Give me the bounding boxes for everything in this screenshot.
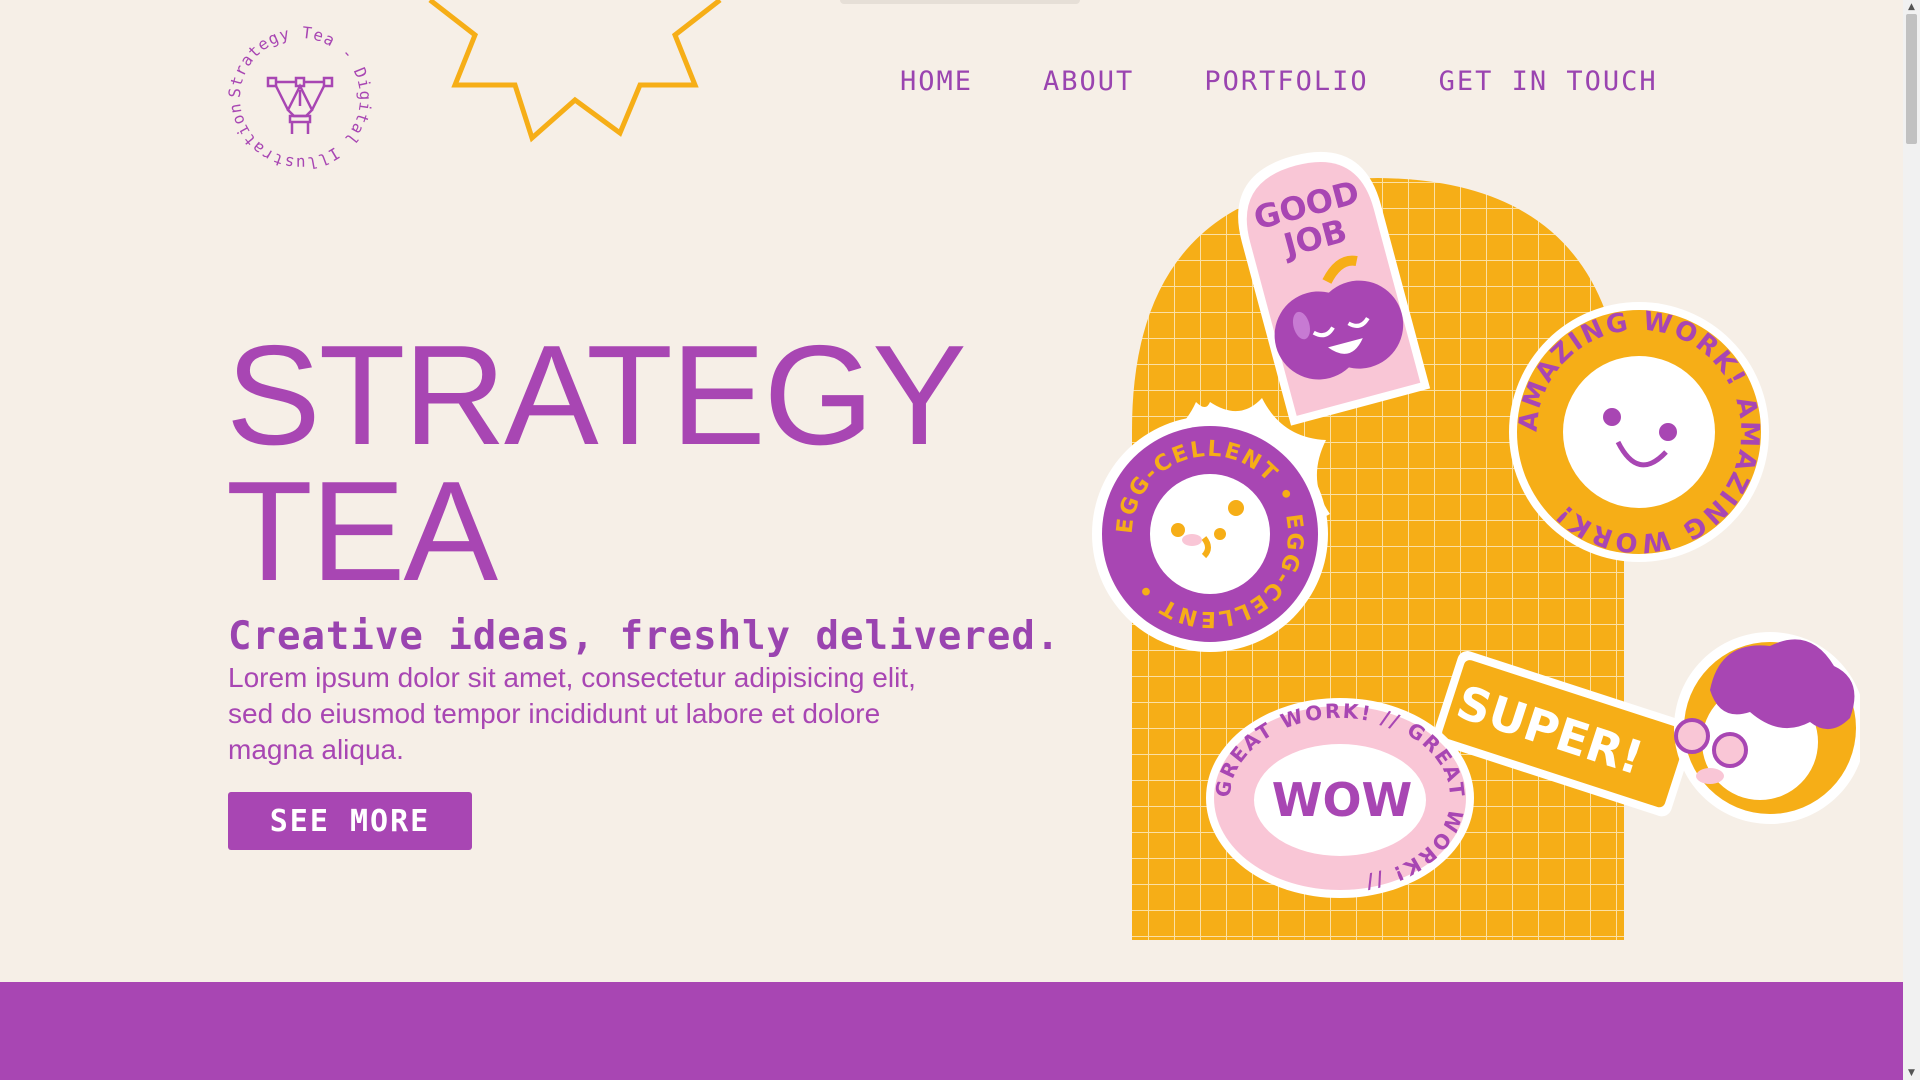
sun-outline-decoration bbox=[428, 0, 722, 143]
logo-ring-text: Strategy Tea - Digital Illustrations - bbox=[222, 20, 374, 173]
scrollbar-thumb[interactable] bbox=[1906, 14, 1917, 144]
cool-face-icon bbox=[1674, 632, 1860, 824]
egg-cellent-sticker: EGG-CELLENT • EGG-CELLENT • bbox=[1092, 398, 1330, 652]
see-more-button[interactable]: SEE MORE bbox=[228, 792, 472, 850]
wow-text: WOW bbox=[1272, 773, 1413, 827]
vertical-scrollbar[interactable] bbox=[1903, 0, 1920, 1080]
pen-tool-icon bbox=[266, 76, 334, 134]
top-divider bbox=[840, 0, 1080, 4]
nav-get-in-touch[interactable]: GET IN TOUCH bbox=[1439, 66, 1658, 97]
sticker-illustration: GOOD JOB AMAZING WORK! AMAZING WORK! EGG… bbox=[1092, 151, 1860, 940]
main-nav: HOME ABOUT PORTFOLIO GET IN TOUCH bbox=[900, 66, 1658, 97]
scroll-up-arrow-icon[interactable]: ▲ bbox=[1903, 0, 1920, 14]
hero-title-line2: TEA bbox=[226, 452, 498, 611]
logo[interactable]: Strategy Tea - Digital Illustrations - bbox=[222, 20, 378, 176]
hero-title: STRATEGY TEA bbox=[226, 325, 967, 603]
wow-sticker: GREAT WORK! // GREAT WORK! // WOW bbox=[1206, 698, 1474, 898]
scroll-down-arrow-icon[interactable]: ▼ bbox=[1903, 1066, 1920, 1080]
page: Strategy Tea - Digital Illustrations - H… bbox=[0, 0, 1903, 1080]
nav-portfolio[interactable]: PORTFOLIO bbox=[1204, 66, 1368, 97]
hero-body-text: Lorem ipsum dolor sit amet, consectetur … bbox=[228, 662, 916, 765]
amazing-work-sticker: AMAZING WORK! AMAZING WORK! bbox=[1509, 302, 1769, 562]
nav-about[interactable]: ABOUT bbox=[1043, 66, 1134, 97]
hero-tagline: Creative ideas, freshly delivered. bbox=[228, 614, 1061, 659]
footer-band bbox=[0, 982, 1903, 1080]
nav-home[interactable]: HOME bbox=[900, 66, 973, 97]
svg-text:Strategy Tea - Digital Illustr: Strategy Tea - Digital Illustrations - bbox=[222, 20, 375, 173]
